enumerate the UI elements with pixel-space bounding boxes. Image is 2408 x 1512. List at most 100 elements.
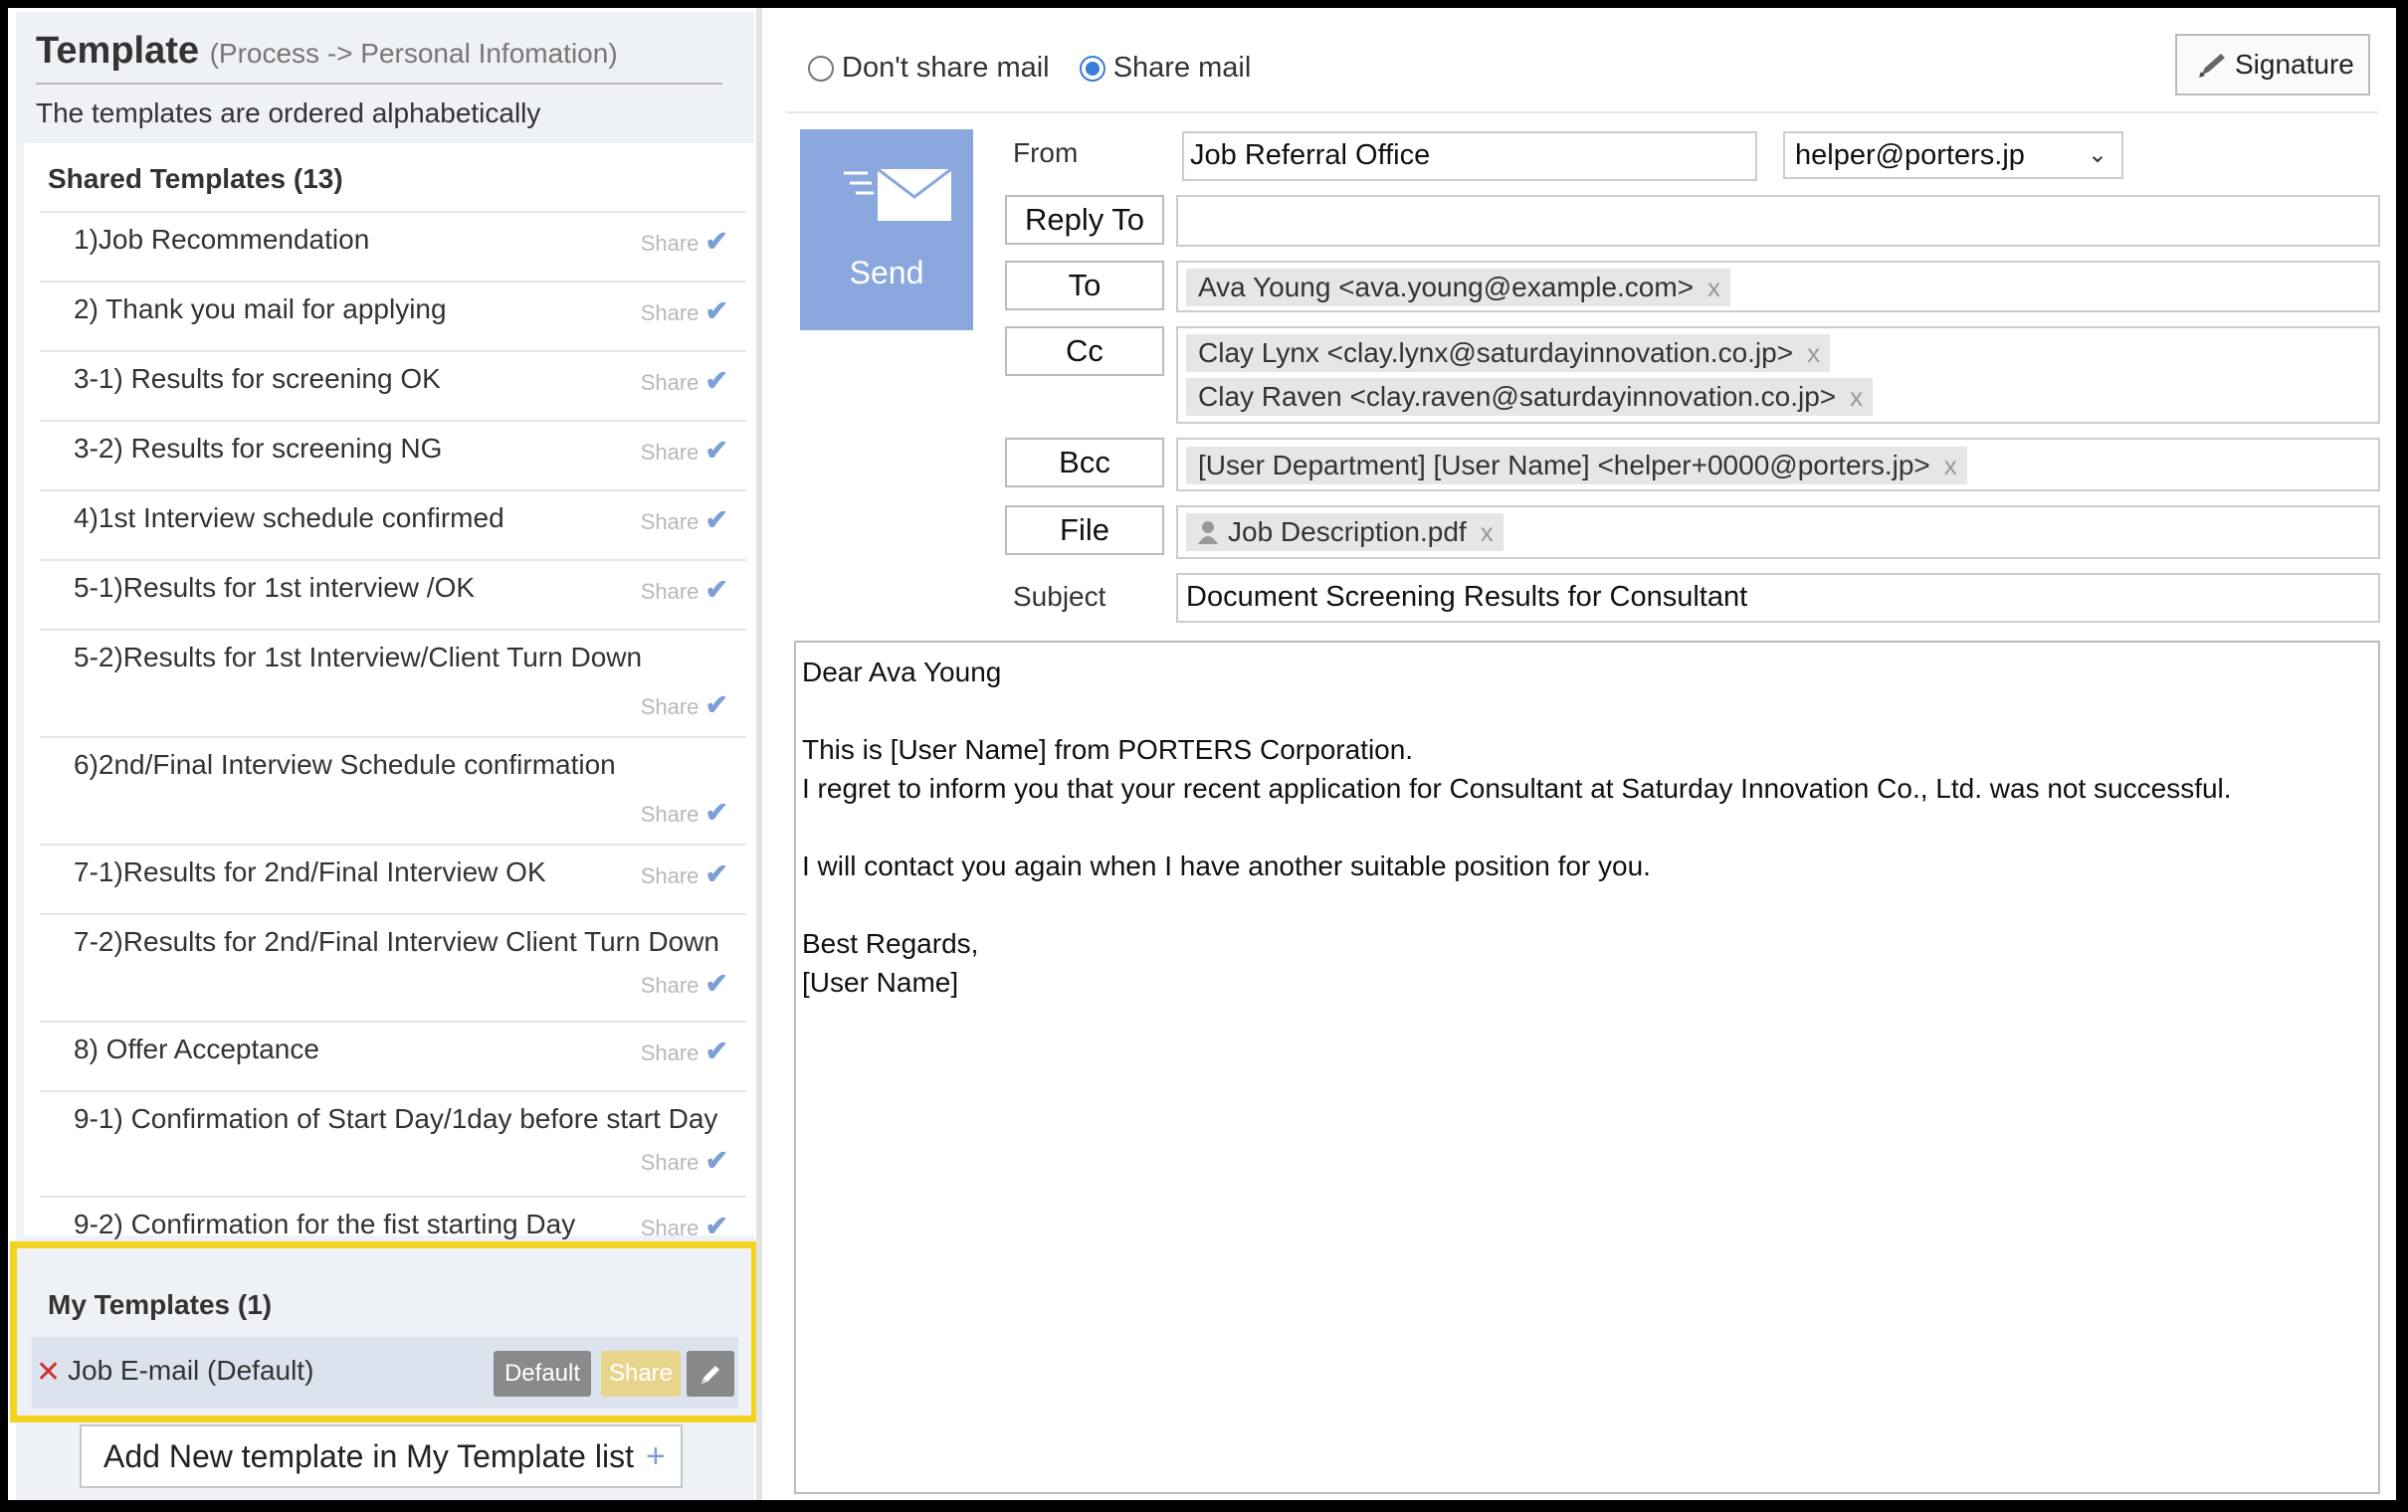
send-button[interactable]: Send <box>800 129 973 330</box>
template-item[interactable]: 5-1)Results for 1st interview /OK Share ✔ <box>40 559 746 629</box>
template-name: 3-1) Results for screening OK <box>74 363 441 394</box>
template-name: 1)Job Recommendation <box>74 224 370 255</box>
file-name: Job Description.pdf <box>1228 516 1467 547</box>
remove-icon[interactable]: x <box>1807 334 1820 372</box>
reply-to-field[interactable] <box>1176 195 2380 247</box>
file-button[interactable]: File <box>1005 505 1164 555</box>
check-icon: ✔ <box>704 295 728 326</box>
template-item[interactable]: 1)Job Recommendation Share ✔ <box>40 211 746 281</box>
recipient-tag: [User Department] [User Name] <helper+00… <box>1186 447 1967 484</box>
share-label: Share <box>640 231 700 256</box>
share-toggle[interactable]: Share ✔ <box>641 364 728 397</box>
body-line: Best Regards, <box>802 928 979 959</box>
share-toggle[interactable]: Share ✔ <box>641 857 728 890</box>
compose-panel: Don't share mail Share mail Signature Se… <box>764 8 2396 1500</box>
dont-share-label: Don't share mail <box>842 52 1050 84</box>
send-label: Send <box>849 255 924 290</box>
window-frame: Template (Process -> Personal Infomation… <box>0 0 2408 1512</box>
from-name-value: Job Referral Office <box>1190 139 1431 171</box>
template-item[interactable]: 7-2)Results for 2nd/Final Interview Clie… <box>40 913 746 1021</box>
check-icon: ✔ <box>704 435 728 466</box>
check-icon: ✔ <box>704 858 728 889</box>
share-mail-options: Don't share mail Share mail <box>808 52 1273 85</box>
template-item[interactable]: 2) Thank you mail for applying Share ✔ <box>40 281 746 350</box>
body-line: I will contact you again when I have ano… <box>802 850 1651 881</box>
check-icon: ✔ <box>704 968 728 999</box>
template-item[interactable]: 8) Offer Acceptance Share ✔ <box>40 1021 746 1090</box>
plus-icon: + <box>645 1437 666 1475</box>
remove-icon[interactable]: x <box>1707 269 1720 306</box>
share-toggle[interactable]: Share ✔ <box>641 434 728 467</box>
bcc-button[interactable]: Bcc <box>1005 438 1164 487</box>
recipient-text: Clay Lynx <clay.lynx@saturdayinnovation.… <box>1198 337 1794 368</box>
share-label: Share <box>640 973 700 998</box>
template-item[interactable]: 5-2)Results for 1st Interview/Client Tur… <box>40 629 746 736</box>
chevron-down-icon: ⌄ <box>2087 141 2107 168</box>
add-template-button[interactable]: Add New template in My Template list + <box>80 1424 683 1488</box>
recipient-tag: Clay Raven <clay.raven@saturdayinnovatio… <box>1186 378 1874 416</box>
dont-share-mail-radio[interactable]: Don't share mail <box>808 52 1050 85</box>
share-toggle[interactable]: Share ✔ <box>641 503 728 536</box>
title-divider <box>36 83 722 85</box>
share-label: Share <box>640 440 700 465</box>
share-toggle[interactable]: Share ✔ <box>641 1035 728 1067</box>
template-item[interactable]: 4)1st Interview schedule confirmed Share … <box>40 489 746 559</box>
recipient-tag: Ava Young <ava.young@example.com> x <box>1186 269 1731 306</box>
template-name: 8) Offer Acceptance <box>74 1034 319 1064</box>
template-name: 9-1) Confirmation of Start Day/1day befo… <box>74 1103 718 1134</box>
template-item[interactable]: 3-1) Results for screening OK Share ✔ <box>40 350 746 420</box>
mail-body-editor[interactable]: Dear Ava Young This is [User Name] from … <box>794 641 2380 1494</box>
remove-icon[interactable]: x <box>1481 513 1494 551</box>
share-toggle[interactable]: Share ✔ <box>641 1210 728 1242</box>
share-toggle[interactable]: Share ✔ <box>641 688 728 721</box>
share-label: Share <box>640 863 700 888</box>
body-line: Dear Ava Young <box>802 657 1002 687</box>
to-button[interactable]: To <box>1005 261 1164 310</box>
remove-icon[interactable]: x <box>1850 378 1863 416</box>
template-item[interactable]: 9-1) Confirmation of Start Day/1day befo… <box>40 1090 746 1196</box>
template-name: 5-2)Results for 1st Interview/Client Tur… <box>74 642 643 672</box>
share-label: Share <box>640 1150 700 1175</box>
share-mail-label: Share mail <box>1112 52 1252 84</box>
share-label: Share <box>640 579 700 604</box>
share-label: Share <box>640 370 700 395</box>
check-icon: ✔ <box>704 365 728 396</box>
template-name: 9-2) Confirmation for the fist starting … <box>74 1209 576 1239</box>
recipient-tag: Clay Lynx <clay.lynx@saturdayinnovation.… <box>1186 334 1831 372</box>
mail-compose-window: Template (Process -> Personal Infomation… <box>8 8 2396 1500</box>
reply-to-button[interactable]: Reply To <box>1005 195 1164 245</box>
check-icon: ✔ <box>704 1145 728 1176</box>
share-toggle[interactable]: Share ✔ <box>641 294 728 327</box>
subject-label: Subject <box>1013 581 1106 612</box>
cc-button[interactable]: Cc <box>1005 326 1164 376</box>
share-toggle[interactable]: Share ✔ <box>641 573 728 606</box>
body-line: [User Name] <box>802 967 959 998</box>
pen-icon <box>2195 36 2229 113</box>
subject-value: Document Screening Results for Consultan… <box>1186 581 1748 613</box>
template-order-note: The templates are ordered alphabetically <box>36 97 541 128</box>
signature-button[interactable]: Signature <box>2175 34 2370 95</box>
my-templates-highlight <box>10 1241 758 1422</box>
recipient-text: Clay Raven <clay.raven@saturdayinnovatio… <box>1198 381 1837 412</box>
share-toggle[interactable]: Share ✔ <box>641 796 728 829</box>
share-toggle[interactable]: Share ✔ <box>641 225 728 258</box>
template-name: 7-1)Results for 2nd/Final Interview OK <box>74 856 546 887</box>
share-toggle[interactable]: Share ✔ <box>641 1144 728 1177</box>
template-name: 3-2) Results for screening NG <box>74 433 443 464</box>
options-divider <box>786 111 2378 113</box>
check-icon: ✔ <box>704 1036 728 1066</box>
share-mail-radio[interactable]: Share mail <box>1079 52 1252 85</box>
from-address-value: helper@porters.jp <box>1795 139 2025 171</box>
from-address-select[interactable]: helper@porters.jp ⌄ <box>1783 131 2123 179</box>
share-toggle[interactable]: Share ✔ <box>641 967 728 1000</box>
check-icon: ✔ <box>704 574 728 605</box>
template-title-text: Template <box>36 30 200 72</box>
check-icon: ✔ <box>704 797 728 828</box>
radio-on-icon <box>1079 56 1105 82</box>
template-item[interactable]: 3-2) Results for screening NG Share ✔ <box>40 420 746 489</box>
template-item[interactable]: 6)2nd/Final Interview Schedule confirmat… <box>40 736 746 844</box>
template-item[interactable]: 7-1)Results for 2nd/Final Interview OK Sh… <box>40 844 746 913</box>
template-subtitle: (Process -> Personal Infomation) <box>209 38 618 69</box>
remove-icon[interactable]: x <box>1944 447 1957 484</box>
check-icon: ✔ <box>704 689 728 720</box>
